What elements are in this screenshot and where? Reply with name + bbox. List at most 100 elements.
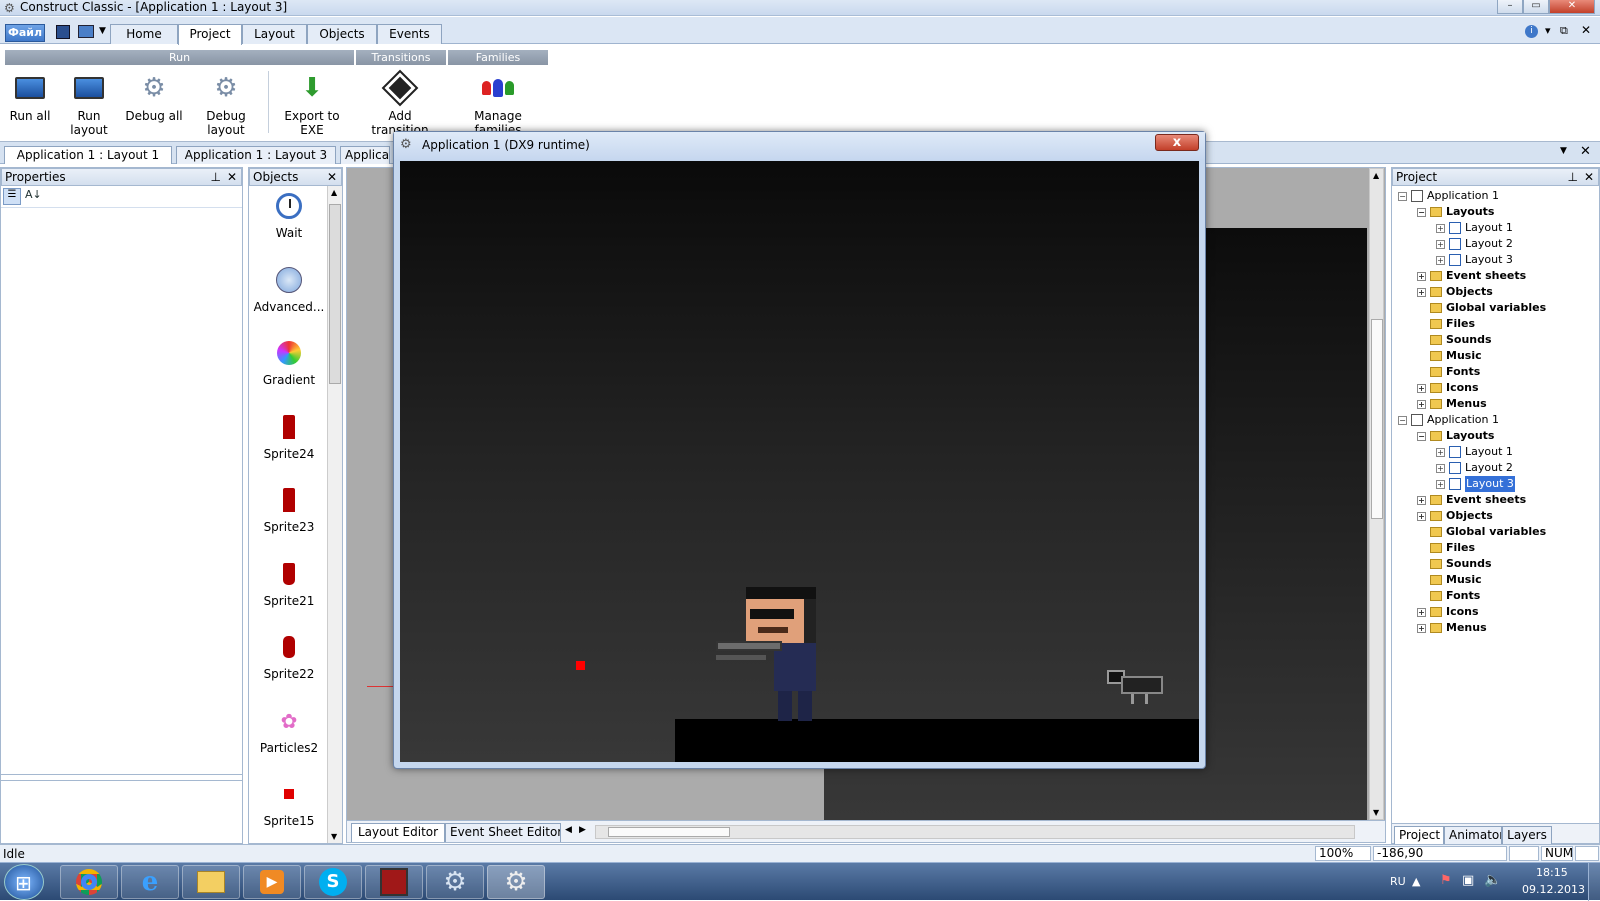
tree-item-event-sheets[interactable]: + Event sheets xyxy=(1417,268,1526,284)
close-icon[interactable]: ✕ xyxy=(227,169,237,185)
tab-scroll-left-icon[interactable]: ◀ xyxy=(565,825,572,835)
clock-time[interactable]: 18:15 xyxy=(1536,866,1568,879)
scroll-thumb[interactable] xyxy=(329,204,341,384)
tab-animator[interactable]: Animator xyxy=(1444,826,1502,844)
tray-expand-icon[interactable]: ▲ xyxy=(1412,875,1420,888)
taskbar-construct[interactable]: ⚙ xyxy=(426,865,484,899)
tree-item-objects[interactable]: + Objects xyxy=(1417,508,1493,524)
tree-item-icons[interactable]: + Icons xyxy=(1417,380,1479,396)
quick-access-dropdown-icon[interactable]: ▼ xyxy=(99,26,106,36)
maximize-button[interactable]: ▭ xyxy=(1523,0,1549,14)
tree-item-music[interactable]: Music xyxy=(1430,572,1482,588)
help-icon[interactable]: i xyxy=(1525,25,1538,38)
debug-all-button[interactable]: ⚙ Debug all xyxy=(124,71,184,123)
expand-icon[interactable]: + xyxy=(1417,623,1426,633)
doc-tab-layout-3[interactable]: Application 1 : Layout 3 xyxy=(176,146,336,164)
doc-tab-layout-1[interactable]: Application 1 : Layout 1 xyxy=(4,146,172,164)
object-item-sprite21[interactable]: Sprite21 xyxy=(249,558,329,608)
tree-item-music[interactable]: Music xyxy=(1430,348,1482,364)
tree-item-application[interactable]: − Application 1 xyxy=(1398,412,1499,428)
language-indicator[interactable]: RU xyxy=(1390,875,1406,888)
sort-alpha-icon[interactable]: A↓ xyxy=(25,188,42,201)
tab-scroll-right-icon[interactable]: ▶ xyxy=(579,825,586,835)
collapse-icon[interactable]: − xyxy=(1417,431,1426,441)
expand-icon[interactable]: + xyxy=(1436,223,1445,233)
monitor-icon[interactable] xyxy=(78,25,94,38)
object-item-wait[interactable]: Wait xyxy=(249,190,329,240)
pin-icon[interactable]: ⊥ xyxy=(1568,169,1578,185)
tree-item-sounds[interactable]: Sounds xyxy=(1430,332,1492,348)
runtime-window[interactable]: ⚙ Application 1 (DX9 runtime) x xyxy=(393,131,1206,769)
collapse-icon[interactable]: − xyxy=(1417,207,1426,217)
doc-tabs-close-icon[interactable]: ✕ xyxy=(1580,144,1591,159)
tree-item-layouts[interactable]: − Layouts xyxy=(1417,204,1494,220)
expand-icon[interactable]: + xyxy=(1417,495,1426,505)
objects-scrollbar[interactable]: ▲ ▼ xyxy=(327,186,342,843)
scroll-up-icon[interactable]: ▲ xyxy=(331,188,337,197)
expand-icon[interactable]: + xyxy=(1436,463,1445,473)
expand-icon[interactable]: + xyxy=(1436,255,1445,265)
tree-item-fonts[interactable]: Fonts xyxy=(1430,364,1480,380)
taskbar-skype[interactable]: S xyxy=(304,865,362,899)
scroll-thumb[interactable] xyxy=(1371,319,1383,519)
object-item-particles2[interactable]: ✿ Particles2 xyxy=(249,705,329,755)
tab-layers[interactable]: Layers xyxy=(1502,826,1552,844)
tab-project[interactable]: Project xyxy=(178,24,242,45)
tree-item-sounds[interactable]: Sounds xyxy=(1430,556,1492,572)
file-menu-button[interactable]: Файл xyxy=(5,24,45,42)
pin-icon[interactable]: ⊥ xyxy=(211,169,221,185)
object-item-advanced[interactable]: Advanced... xyxy=(249,264,329,314)
manage-families-button[interactable]: Manage families xyxy=(452,71,544,137)
tree-item-layouts[interactable]: − Layouts xyxy=(1417,428,1494,444)
tree-item-files[interactable]: Files xyxy=(1430,316,1475,332)
network-icon[interactable]: ▣ xyxy=(1462,873,1474,888)
add-transition-button[interactable]: Add transition xyxy=(360,69,440,137)
tab-event-sheet-editor[interactable]: Event Sheet Editor xyxy=(445,823,561,842)
tree-item-layout[interactable]: + Layout 2 xyxy=(1436,236,1513,252)
object-item-sprite24[interactable]: Sprite24 xyxy=(249,411,329,461)
action-center-icon[interactable]: ⚑ xyxy=(1440,873,1452,888)
tree-item-global-variables[interactable]: Global variables xyxy=(1430,524,1546,540)
expand-icon[interactable]: + xyxy=(1417,383,1426,393)
save-icon[interactable] xyxy=(56,25,70,39)
expand-icon[interactable]: + xyxy=(1417,511,1426,521)
expand-icon[interactable]: + xyxy=(1417,271,1426,281)
clock-date[interactable]: 09.12.2013 xyxy=(1522,883,1585,896)
scroll-up-icon[interactable]: ▲ xyxy=(1373,171,1379,180)
ribbon-minimize-icon[interactable]: ▾ xyxy=(1545,24,1551,37)
tree-item-fonts[interactable]: Fonts xyxy=(1430,588,1480,604)
tree-item-menus[interactable]: + Menus xyxy=(1417,396,1487,412)
tree-item-layout[interactable]: + Layout 1 xyxy=(1436,220,1513,236)
debug-layout-button[interactable]: ⚙ Debug layout xyxy=(188,71,264,137)
expand-icon[interactable]: + xyxy=(1417,399,1426,409)
ribbon-restore-icon[interactable]: ⧉ xyxy=(1560,24,1568,38)
editor-horizontal-scrollbar[interactable] xyxy=(595,825,1355,839)
expand-icon[interactable]: + xyxy=(1436,239,1445,249)
close-window-button[interactable]: ✕ xyxy=(1549,0,1595,14)
object-item-sprite23[interactable]: Sprite23 xyxy=(249,484,329,534)
expand-icon[interactable]: + xyxy=(1417,287,1426,297)
tree-item-layout[interactable]: + Layout 3 xyxy=(1436,252,1513,268)
categorized-icon[interactable]: ☰ xyxy=(3,188,21,205)
collapse-icon[interactable]: − xyxy=(1398,415,1407,425)
collapse-icon[interactable]: − xyxy=(1398,191,1407,201)
expand-icon[interactable]: + xyxy=(1417,607,1426,617)
tab-objects[interactable]: Objects xyxy=(307,24,377,44)
show-desktop-button[interactable] xyxy=(1588,863,1600,901)
start-button[interactable]: ⊞ xyxy=(4,864,44,900)
tree-item-layout[interactable]: + Layout 2 xyxy=(1436,460,1513,476)
tab-project-bottom[interactable]: Project xyxy=(1394,826,1444,844)
tree-item-objects[interactable]: + Objects xyxy=(1417,284,1493,300)
expand-icon[interactable]: + xyxy=(1436,479,1445,489)
taskbar-media-player[interactable]: ▶ xyxy=(243,865,301,899)
tree-item-menus[interactable]: + Menus xyxy=(1417,620,1487,636)
taskbar-internet-explorer[interactable]: e xyxy=(121,865,179,899)
export-exe-button[interactable]: ⬇ Export to EXE xyxy=(274,71,350,137)
doc-tab-partial[interactable]: Applica xyxy=(340,146,390,164)
close-icon[interactable]: ✕ xyxy=(1584,169,1594,185)
properties-grid[interactable] xyxy=(1,209,242,775)
editor-vertical-scrollbar[interactable]: ▲ ▼ xyxy=(1369,168,1384,820)
taskbar-explorer[interactable] xyxy=(182,865,240,899)
ribbon-close-icon[interactable]: ✕ xyxy=(1581,23,1591,37)
close-icon[interactable]: ✕ xyxy=(327,169,337,185)
